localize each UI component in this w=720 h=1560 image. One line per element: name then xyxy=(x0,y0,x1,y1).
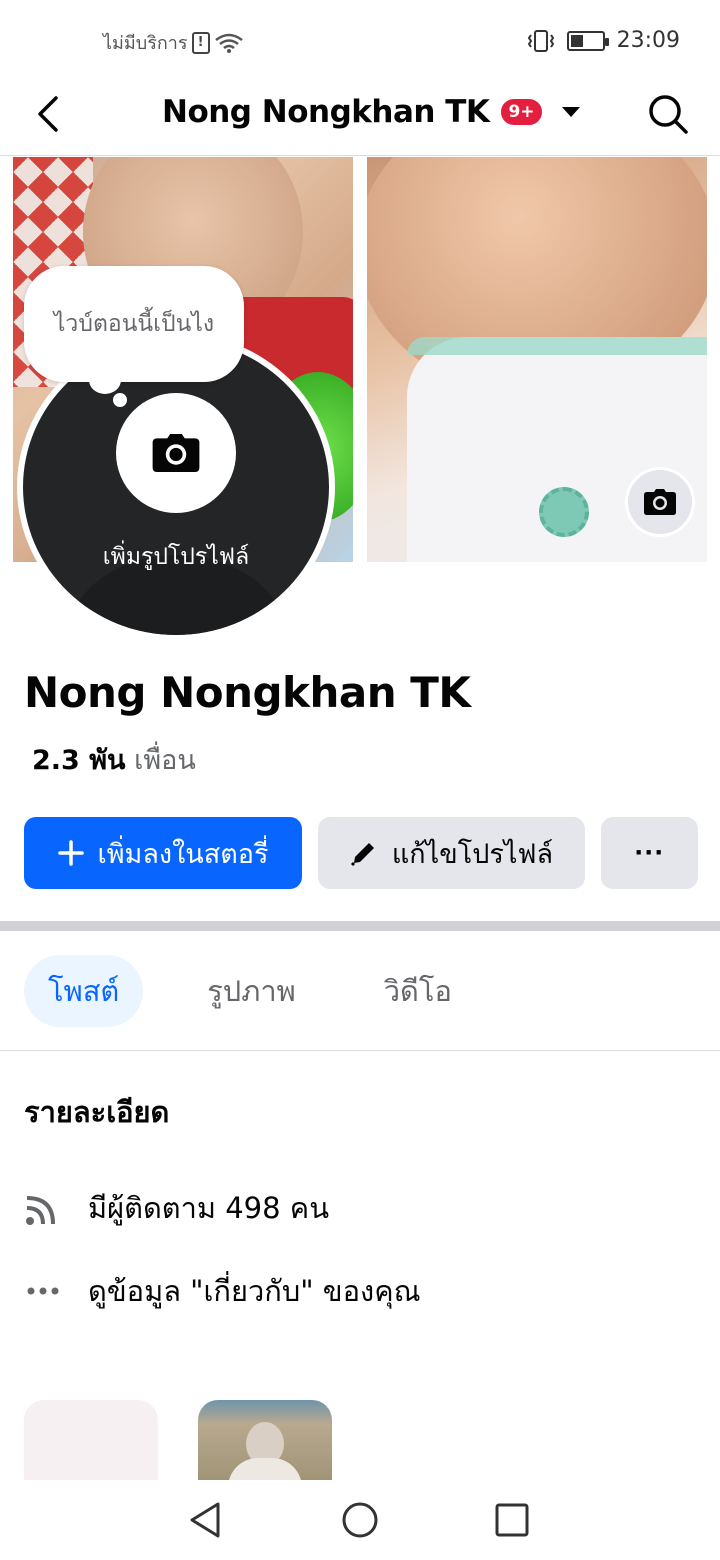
profile-tabs: โพสต์ รูปภาพ วิดีโอ xyxy=(24,955,476,1027)
section-divider xyxy=(0,921,720,931)
details-title: รายละเอียด xyxy=(24,1095,170,1129)
status-right: 23:09 xyxy=(527,28,680,53)
edit-profile-label: แก้ไขโปรไฟล์ xyxy=(391,838,554,869)
nav-home-icon[interactable] xyxy=(340,1500,380,1540)
avatar-placeholder: เพิ่มรูปโปรไฟล์ xyxy=(23,339,329,635)
friends-count: 2.3 พัน xyxy=(32,745,126,776)
tab-photos[interactable]: รูปภาพ xyxy=(183,955,320,1027)
rss-icon xyxy=(24,1188,62,1228)
app-header: Nong Nongkhan TK 9+ xyxy=(0,80,720,156)
tabs-divider xyxy=(0,1050,720,1051)
about-row[interactable]: ดูข้อมูล "เกี่ยวกับ" ของคุณ xyxy=(24,1268,421,1314)
add-to-story-label: เพิ่มลงในสตอรี่ xyxy=(97,838,269,869)
friends-link[interactable]: 2.3 พัน เพื่อน xyxy=(32,738,196,781)
search-icon[interactable] xyxy=(646,92,690,136)
profile-name: Nong Nongkhan TK xyxy=(24,668,471,717)
system-nav-bar xyxy=(0,1480,720,1560)
thumbnail-body xyxy=(228,1458,302,1480)
tab-posts[interactable]: โพสต์ xyxy=(24,955,144,1027)
profile-switcher[interactable]: Nong Nongkhan TK 9+ xyxy=(162,94,580,130)
tab-videos[interactable]: วิดีโอ xyxy=(360,955,476,1027)
header-title: Nong Nongkhan TK xyxy=(162,94,490,130)
action-buttons: เพิ่มลงในสตอรี่ แก้ไขโปรไฟล์ ··· xyxy=(24,817,698,889)
notification-badge: 9+ xyxy=(499,97,544,127)
camera-icon xyxy=(152,434,200,472)
add-profile-photo-button[interactable] xyxy=(116,393,236,513)
sim-alert-icon: ! xyxy=(191,31,210,54)
add-profile-photo-label: เพิ่มรูปโปรไฟล์ xyxy=(102,544,250,570)
camera-icon xyxy=(644,489,676,515)
bubble-text: ไวบ์ตอนนี้เป็นไง xyxy=(53,311,215,337)
sun-pattern xyxy=(539,487,589,537)
add-to-story-button[interactable]: เพิ่มลงในสตอรี่ xyxy=(24,817,302,889)
followers-row[interactable]: มีผู้ติดตาม 498 คน xyxy=(24,1185,329,1231)
back-arrow-icon[interactable] xyxy=(28,92,72,136)
wifi-icon xyxy=(214,33,243,53)
status-left: ไม่มีบริการ ! xyxy=(103,28,244,57)
featured-thumbnail-photo[interactable] xyxy=(198,1400,332,1480)
status-time: 23:09 xyxy=(616,28,680,53)
followers-text: มีผู้ติดตาม 498 คน xyxy=(88,1191,330,1225)
featured-thumbnail-empty[interactable] xyxy=(24,1400,158,1480)
friends-label: เพื่อน xyxy=(134,745,196,776)
bubble-tail-large xyxy=(89,366,121,394)
plus-icon xyxy=(57,840,84,866)
edit-profile-button[interactable]: แก้ไขโปรไฟล์ xyxy=(318,817,585,889)
nav-recents-icon[interactable] xyxy=(492,1500,532,1540)
blanket-stripe xyxy=(407,337,707,355)
status-bar: ไม่มีบริการ ! 23:09 xyxy=(0,0,720,80)
status-bubble[interactable]: ไวบ์ตอนนี้เป็นไง xyxy=(24,266,244,382)
about-text: ดูข้อมูล "เกี่ยวกับ" ของคุณ xyxy=(88,1274,421,1308)
more-options-button[interactable]: ··· xyxy=(601,817,698,889)
pencil-icon xyxy=(350,843,374,867)
vibrate-icon xyxy=(527,29,554,52)
nav-back-icon[interactable] xyxy=(186,1500,226,1540)
battery-icon xyxy=(566,30,609,51)
edit-cover-button[interactable] xyxy=(625,467,695,537)
caret-down-icon xyxy=(561,107,580,117)
carrier-text: ไม่มีบริการ xyxy=(103,33,188,54)
more-dots-icon: ··· xyxy=(634,836,665,869)
bubble-tail-small xyxy=(113,393,127,407)
battery-fill xyxy=(570,34,583,47)
more-horizontal-icon xyxy=(24,1271,62,1311)
